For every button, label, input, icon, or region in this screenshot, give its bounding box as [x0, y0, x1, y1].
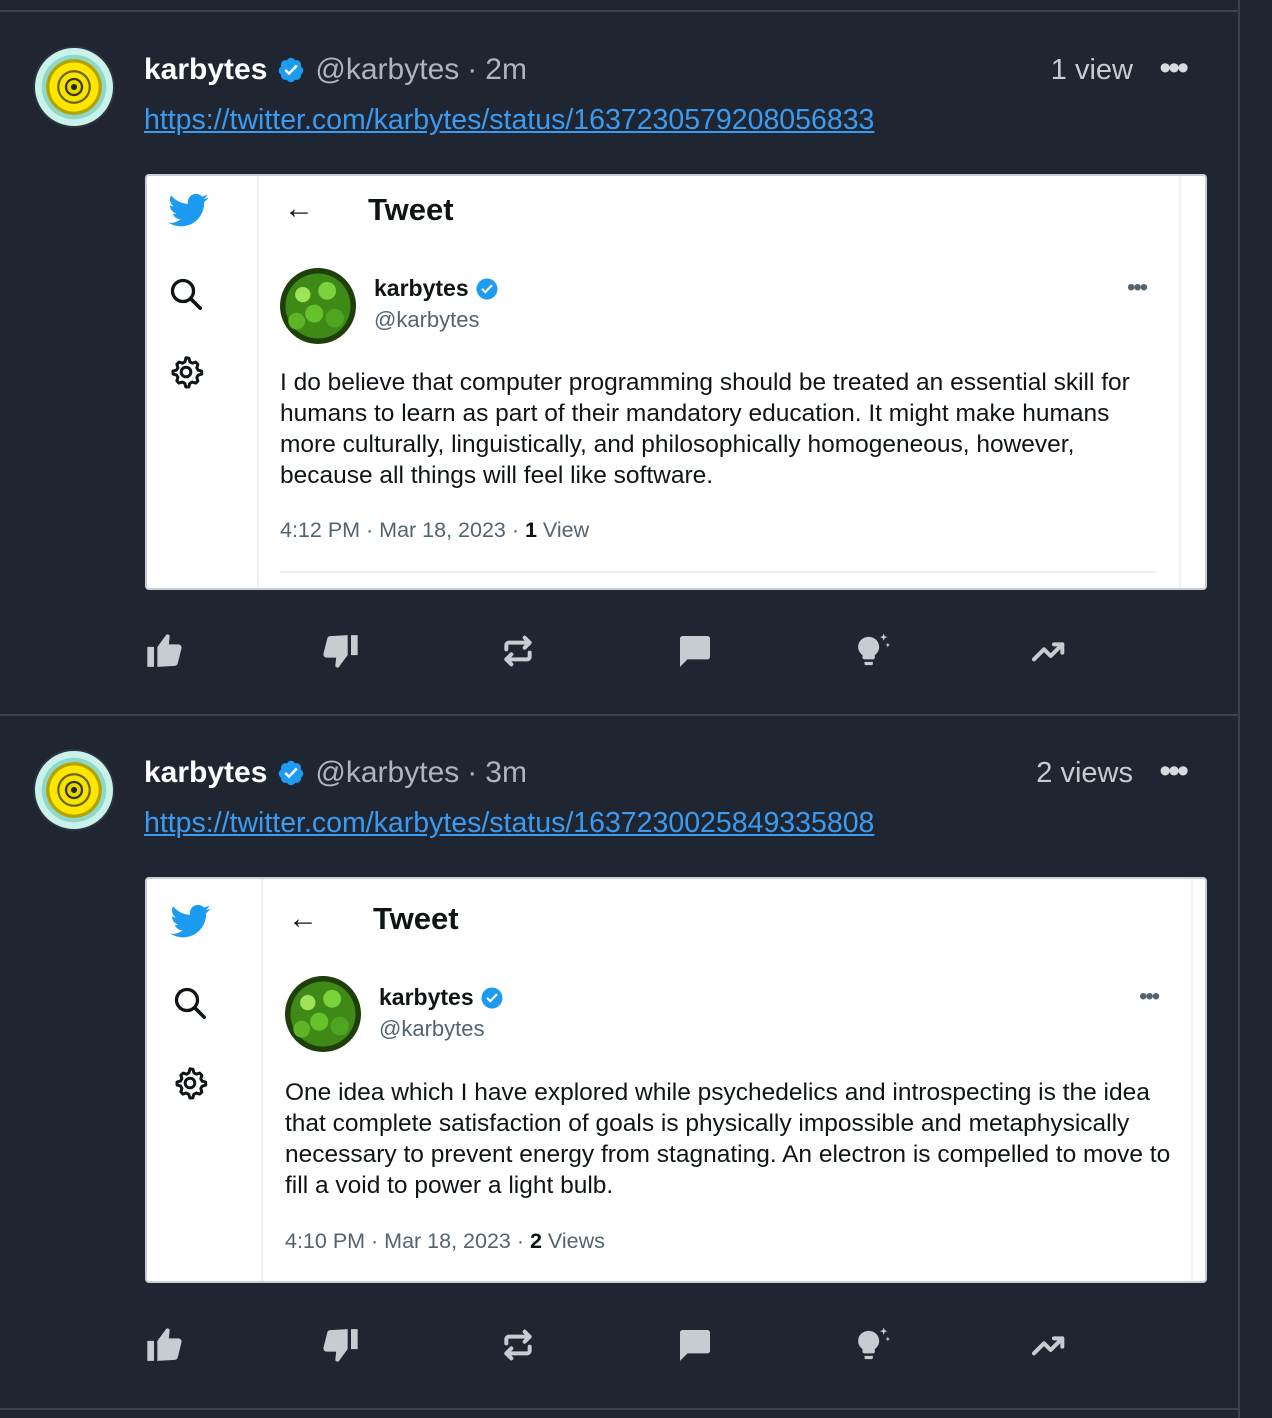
tweet-text: I do believe that computer programming s… — [280, 369, 1130, 489]
comment-icon[interactable] — [675, 631, 715, 671]
tweet-view-label: View — [536, 518, 590, 542]
more-icon: ••• — [1127, 274, 1148, 301]
verified-badge-icon — [279, 57, 304, 83]
trending-icon[interactable] — [1029, 1325, 1069, 1365]
tweet-view-count: 1 — [524, 518, 537, 542]
post-header: karbytes @karbytes · 2m — [144, 50, 527, 90]
post-time[interactable]: 2m — [485, 53, 527, 87]
author-handle[interactable]: @karbytes — [315, 53, 459, 87]
tweet-author-row: karbytes — [379, 984, 504, 1011]
view-count: 2 views — [1036, 757, 1133, 789]
more-icon[interactable]: ••• — [1159, 50, 1189, 90]
divider — [0, 1408, 1238, 1410]
thumbs-down-icon[interactable] — [321, 631, 361, 671]
tweet-view-count: 2 — [529, 1229, 542, 1253]
author-handle[interactable]: @karbytes — [315, 756, 459, 790]
verified-badge-icon — [476, 278, 498, 299]
tweet-meta: 4:12 PM · Mar 18, 2023 · 1 View — [280, 518, 589, 543]
tweet-author-name: karbytes — [374, 275, 469, 301]
more-icon[interactable]: ••• — [1159, 753, 1189, 793]
tweet-author-handle: @karbytes — [374, 307, 480, 332]
thumbs-down-icon[interactable] — [321, 1325, 361, 1365]
post-time[interactable]: 3m — [485, 756, 527, 790]
divider — [1191, 879, 1193, 1281]
twitter-sidebar — [147, 176, 259, 588]
repost-icon[interactable] — [498, 631, 538, 671]
tweet-timestamp: 4:12 PM · Mar 18, 2023 · — [280, 518, 525, 542]
twitter-sidebar — [147, 879, 263, 1281]
back-arrow-icon[interactable]: ← — [284, 192, 314, 226]
verified-badge-icon — [481, 987, 503, 1008]
comment-icon[interactable] — [675, 1325, 715, 1365]
page-title: Tweet — [373, 901, 459, 936]
tweet-author-handle: @karbytes — [379, 1016, 485, 1041]
post-header: karbytes @karbytes · 3m — [144, 753, 527, 793]
post-2: karbytes @karbytes · 3m 2 views ••• http… — [0, 703, 1238, 1407]
avatar[interactable] — [33, 749, 115, 831]
thumbs-up-icon[interactable] — [144, 631, 184, 671]
tweet-author-row: karbytes — [374, 275, 499, 302]
trending-icon[interactable] — [1029, 631, 1069, 671]
thumbs-up-icon[interactable] — [144, 1325, 184, 1365]
avatar — [280, 268, 356, 344]
author-name[interactable]: karbytes — [144, 756, 267, 790]
post-1: karbytes @karbytes · 2m 1 view ••• https… — [0, 0, 1238, 714]
tweet-author-name: karbytes — [379, 984, 474, 1010]
search-icon[interactable] — [172, 985, 208, 1021]
view-count: 1 view — [1050, 54, 1133, 86]
back-arrow-icon[interactable]: ← — [288, 902, 318, 936]
avatar[interactable] — [33, 46, 115, 128]
lightbulb-icon[interactable] — [852, 1325, 892, 1365]
avatar — [285, 976, 361, 1052]
feed-right-border — [1238, 0, 1240, 1418]
page-title: Tweet — [368, 192, 454, 227]
verified-badge-icon — [279, 760, 304, 786]
tweet-meta: 4:10 PM · Mar 18, 2023 · 2 Views — [285, 1229, 605, 1254]
tweet-text: One idea which I have explored while psy… — [285, 1079, 1171, 1199]
gear-icon[interactable] — [172, 1065, 208, 1101]
repost-icon[interactable] — [498, 1325, 538, 1365]
more-icon: ••• — [1139, 983, 1160, 1010]
author-name[interactable]: karbytes — [144, 53, 267, 87]
tweet-screenshot[interactable]: ← Tweet karbytes @karbytes ••• One idea … — [145, 877, 1207, 1283]
tweet-screenshot[interactable]: ← Tweet karbytes @karbytes ••• I do beli… — [145, 174, 1207, 590]
post-link[interactable]: https://twitter.com/karbytes/status/1637… — [144, 807, 874, 840]
twitter-bird-icon — [170, 904, 211, 938]
search-icon[interactable] — [168, 276, 204, 312]
gear-icon[interactable] — [168, 354, 204, 390]
post-link[interactable]: https://twitter.com/karbytes/status/1637… — [144, 104, 874, 137]
dot-separator: · — [467, 53, 478, 86]
tweet-view-label: Views — [541, 1229, 605, 1253]
lightbulb-icon[interactable] — [852, 631, 892, 671]
twitter-bird-icon — [168, 193, 209, 227]
divider — [1179, 176, 1181, 588]
tweet-timestamp: 4:10 PM · Mar 18, 2023 · — [285, 1229, 530, 1253]
dot-separator: · — [467, 756, 478, 789]
divider — [280, 571, 1156, 573]
